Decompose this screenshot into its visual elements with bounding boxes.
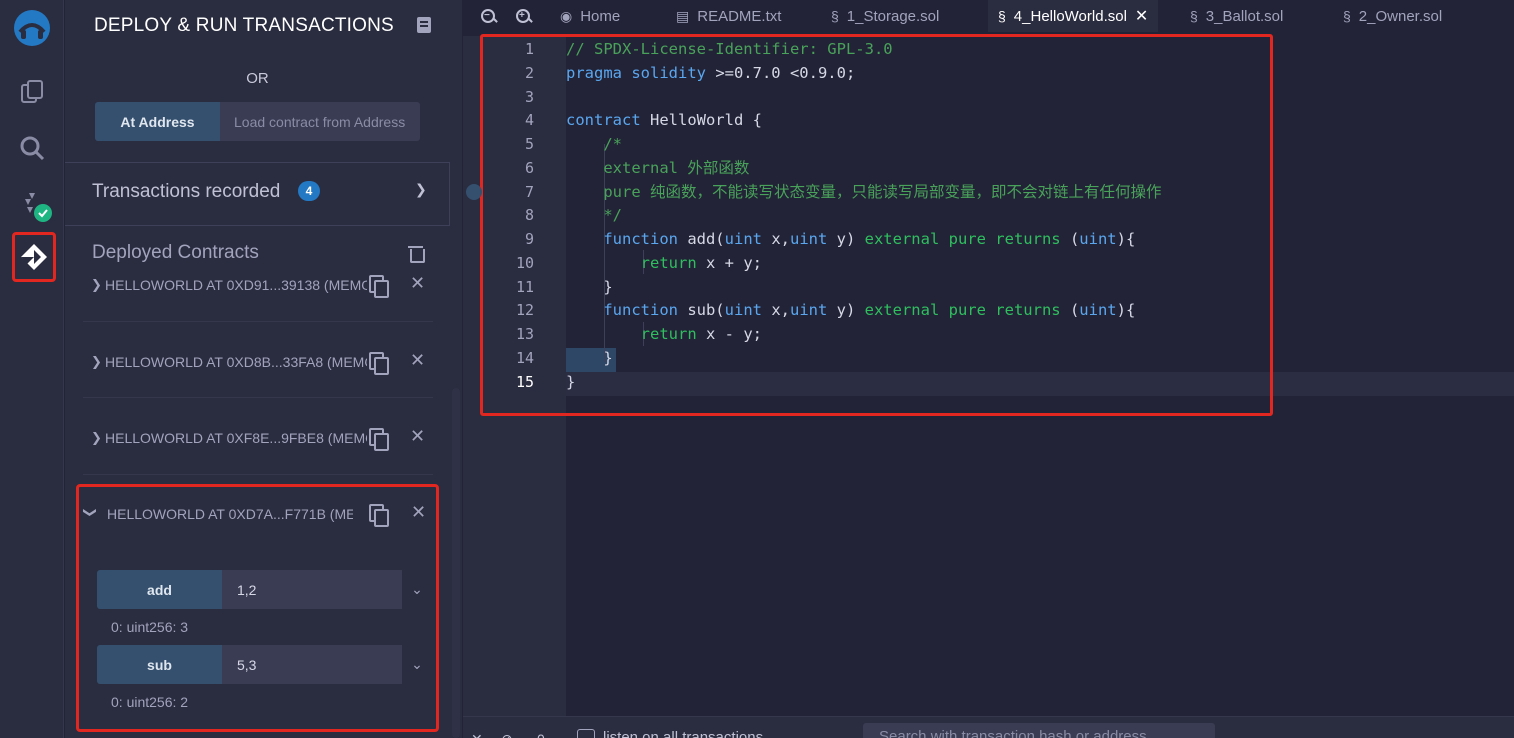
remix-ide: DEPLOY & RUN TRANSACTIONS OR At Address … (0, 0, 1514, 738)
sub-function-button[interactable]: sub (97, 645, 222, 684)
tab-storage[interactable]: § 1_Storage.sol (831, 0, 939, 32)
deployed-contract-item[interactable]: ❯ HELLOWORLD AT 0XD91...39138 (MEMORY) ✕ (83, 265, 433, 305)
contract-name: HELLOWORLD AT 0XD7A...F771B (MEMORY) (107, 506, 353, 522)
transactions-recorded-section[interactable]: Transactions recorded 4 ❯ (65, 162, 450, 226)
function-row-sub: sub 5,3 ⌄ (97, 645, 432, 684)
listen-checkbox[interactable] (577, 729, 595, 738)
solidity-icon: § (1190, 8, 1198, 24)
panel-title: DEPLOY & RUN TRANSACTIONS (94, 15, 394, 36)
chevron-down-icon[interactable]: ⌄ (402, 645, 432, 684)
at-address-button[interactable]: At Address (95, 102, 220, 141)
at-address-row: At Address Load contract from Address (95, 102, 420, 141)
solidity-compiler-icon[interactable] (8, 180, 56, 228)
divider (83, 397, 433, 398)
tab-label: README.txt (697, 7, 782, 25)
collapse-icon[interactable]: ✕ (471, 731, 483, 738)
deployed-contract-item[interactable]: ❯ HELLOWORLD AT 0XF8E...9FBE8 (MEMORY) ✕ (83, 418, 433, 458)
file-explorer-icon[interactable] (8, 68, 56, 116)
or-label: OR (246, 70, 269, 87)
panel-scrollbar[interactable] (452, 388, 460, 738)
add-args-input[interactable]: 1,2 (222, 570, 402, 609)
sub-output: 0: uint256: 2 (111, 694, 189, 710)
clear-icon[interactable]: ⊘ (501, 731, 513, 738)
add-output: 0: uint256: 3 (111, 619, 189, 635)
divider (83, 321, 433, 322)
add-function-button[interactable]: add (97, 570, 222, 609)
close-icon[interactable]: ✕ (410, 426, 425, 447)
chevron-down-icon[interactable]: ⌄ (402, 570, 432, 609)
tab-owner[interactable]: § 2_Owner.sol (1343, 0, 1442, 32)
docs-icon[interactable] (417, 17, 431, 33)
chevron-right-icon[interactable]: ❯ (415, 181, 427, 198)
tab-label: 4_HelloWorld.sol (1013, 7, 1127, 25)
trash-icon[interactable] (408, 246, 425, 263)
sub-args-input[interactable]: 5,3 (222, 645, 402, 684)
tab-label: Home (580, 7, 621, 25)
close-icon[interactable]: ✕ (1135, 6, 1148, 26)
contract-name: HELLOWORLD AT 0XD91...39138 (MEMORY) (105, 277, 367, 293)
search-icon[interactable] (8, 124, 56, 172)
compile-success-icon (34, 204, 52, 222)
code-highlight-box (480, 34, 1273, 416)
deployed-contract-item[interactable]: ❯ HELLOWORLD AT 0XD8B...33FA8 (MEMORY) ✕ (83, 342, 433, 382)
solidity-icon: § (1343, 8, 1351, 24)
chevron-right-icon[interactable]: ❯ (83, 354, 105, 370)
listen-label: listen on all transactions (603, 729, 764, 738)
copy-icon[interactable] (369, 428, 389, 451)
chevron-right-icon[interactable]: ❯ (83, 277, 105, 293)
tab-helloworld[interactable]: § 4_HelloWorld.sol ✕ (988, 0, 1159, 32)
editor-tabs: − + ◉ Home ▤ README.txt § 1_Storage.sol … (463, 0, 1514, 35)
solidity-icon: § (831, 8, 839, 24)
remix-logo-icon[interactable] (8, 4, 56, 52)
tab-ballot[interactable]: § 3_Ballot.sol (1190, 0, 1283, 32)
contract-name: HELLOWORLD AT 0XD8B...33FA8 (MEMORY) (105, 354, 367, 370)
transactions-count-badge: 4 (298, 181, 320, 201)
tab-home[interactable]: ◉ Home (560, 0, 620, 32)
function-row-add: add 1,2 ⌄ (97, 570, 432, 609)
zoom-out-icon[interactable]: − (480, 8, 498, 26)
tab-label: 1_Storage.sol (846, 7, 940, 25)
tab-label: 3_Ballot.sol (1205, 7, 1284, 25)
deploy-run-panel: DEPLOY & RUN TRANSACTIONS OR At Address … (65, 0, 462, 738)
deployed-contracts-label: Deployed Contracts (92, 242, 259, 263)
transactions-recorded-label: Transactions recorded (92, 181, 281, 202)
pending-count: 0 (537, 731, 545, 738)
divider (83, 474, 433, 475)
contract-name: HELLOWORLD AT 0XF8E...9FBE8 (MEMORY) (105, 430, 367, 446)
copy-icon[interactable] (369, 504, 389, 527)
chevron-right-icon[interactable]: ❯ (83, 430, 105, 446)
copy-icon[interactable] (369, 275, 389, 298)
load-contract-input[interactable]: Load contract from Address (220, 102, 420, 141)
expanded-contract: ❯ HELLOWORLD AT 0XD7A...F771B (MEMORY) ✕… (76, 484, 439, 732)
breakpoint-marker[interactable] (466, 184, 482, 200)
close-icon[interactable]: ✕ (410, 273, 425, 294)
zoom-in-icon[interactable]: + (515, 8, 533, 26)
icon-rail (0, 0, 64, 738)
solidity-icon: § (998, 8, 1006, 24)
close-icon[interactable]: ✕ (410, 350, 425, 371)
deployed-contract-item[interactable]: ❯ HELLOWORLD AT 0XD7A...F771B (MEMORY) ✕ (83, 494, 433, 534)
terminal-bar: ✕ ⊘ 0 listen on all transactions Search … (463, 716, 1514, 738)
copy-icon[interactable] (369, 352, 389, 375)
transaction-search-input[interactable]: Search with transaction hash or address (863, 723, 1215, 738)
deploy-run-icon[interactable] (12, 232, 56, 282)
remix-icon: ◉ (560, 7, 573, 24)
close-icon[interactable]: ✕ (411, 502, 426, 523)
file-icon: ▤ (676, 7, 690, 24)
tab-label: 2_Owner.sol (1358, 7, 1443, 25)
chevron-down-icon[interactable]: ❯ (82, 507, 98, 521)
tab-readme[interactable]: ▤ README.txt (676, 0, 781, 32)
